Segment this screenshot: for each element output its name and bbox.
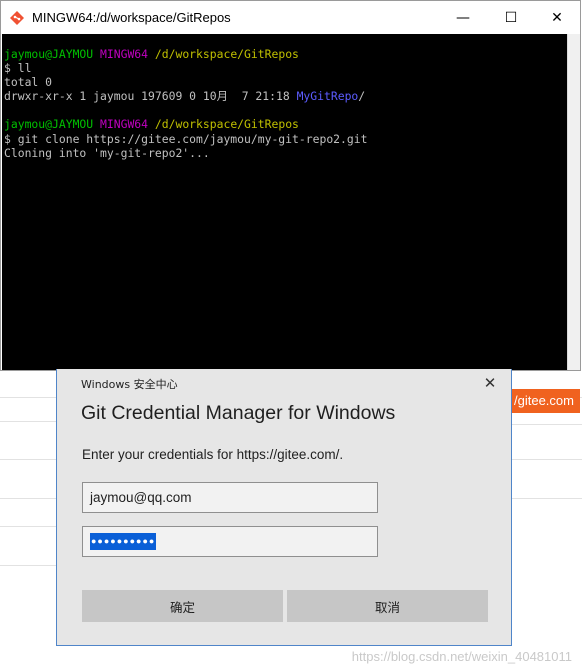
prompt-shell: MINGW64 xyxy=(100,47,149,61)
ok-button-label: 确定 xyxy=(169,599,195,615)
background-divider xyxy=(0,526,56,527)
terminal-titlebar[interactable]: MINGW64:/d/workspace/GitRepos — ☐ ✕ xyxy=(1,1,580,34)
background-divider xyxy=(0,459,56,460)
username-field[interactable]: jaymou@qq.com xyxy=(82,482,378,513)
background-divider xyxy=(512,459,582,460)
background-url-badge[interactable]: /gitee.com xyxy=(508,389,580,413)
username-value: jaymou@qq.com xyxy=(90,490,192,505)
prompt-path: /d/workspace/GitRepos xyxy=(154,117,299,132)
output-line: drwxr-xr-x 1 jaymou 197609 0 10月 7 21:18 xyxy=(4,89,297,104)
terminal-title: MINGW64:/d/workspace/GitRepos xyxy=(32,10,231,25)
prompt-path: /d/workspace/GitRepos xyxy=(154,47,299,61)
minimize-icon: — xyxy=(456,9,470,26)
close-button[interactable]: ✕ xyxy=(534,1,580,34)
directory-suffix: / xyxy=(358,89,366,104)
terminal-scrollbar[interactable] xyxy=(567,34,580,370)
dialog-caption: Windows 安全中心 xyxy=(81,378,178,391)
close-icon: ✕ xyxy=(551,9,563,26)
background-divider xyxy=(0,498,56,499)
close-icon: ✕ xyxy=(483,374,497,392)
git-bash-logo-icon xyxy=(10,11,24,25)
watermark: https://blog.csdn.net/weixin_40481011 xyxy=(351,649,572,664)
dialog-heading: Git Credential Manager for Windows xyxy=(81,402,396,424)
background-divider xyxy=(512,498,582,499)
directory-name: MyGitRepo xyxy=(296,89,359,104)
maximize-icon: ☐ xyxy=(504,9,518,26)
background-divider xyxy=(0,421,56,422)
cancel-button[interactable]: 取消 xyxy=(287,590,488,622)
minimize-button[interactable]: — xyxy=(440,1,486,34)
background-divider xyxy=(0,397,56,398)
prompt-shell: MINGW64 xyxy=(100,117,149,132)
terminal-output[interactable]: jaymou@JAYMOU MINGW64 /d/workspace/GitRe… xyxy=(2,34,567,370)
password-value: ●●●●●●●●●● xyxy=(90,533,157,550)
command-line: $ ll xyxy=(4,61,32,76)
dialog-prompt: Enter your credentials for https://gitee… xyxy=(82,447,344,462)
prompt-user: jaymou@JAYMOU xyxy=(4,47,94,61)
cancel-button-label: 取消 xyxy=(374,599,400,615)
background-divider xyxy=(512,424,582,425)
command-line: $ git clone https://gitee.com/jaymou/my-… xyxy=(4,131,368,146)
terminal-window: MINGW64:/d/workspace/GitRepos — ☐ ✕ jaym… xyxy=(0,0,581,371)
maximize-button[interactable]: ☐ xyxy=(488,1,534,34)
output-line: total 0 xyxy=(4,75,53,90)
output-line: Cloning into 'my-git-repo2'... xyxy=(4,145,210,160)
credential-dialog: Windows 安全中心 ✕ Git Credential Manager fo… xyxy=(56,369,512,646)
background-divider xyxy=(0,565,56,566)
prompt-user: jaymou@JAYMOU xyxy=(4,117,94,132)
dialog-close-button[interactable]: ✕ xyxy=(477,372,503,394)
password-field[interactable]: ●●●●●●●●●● xyxy=(82,526,378,557)
ok-button[interactable]: 确定 xyxy=(82,590,283,622)
